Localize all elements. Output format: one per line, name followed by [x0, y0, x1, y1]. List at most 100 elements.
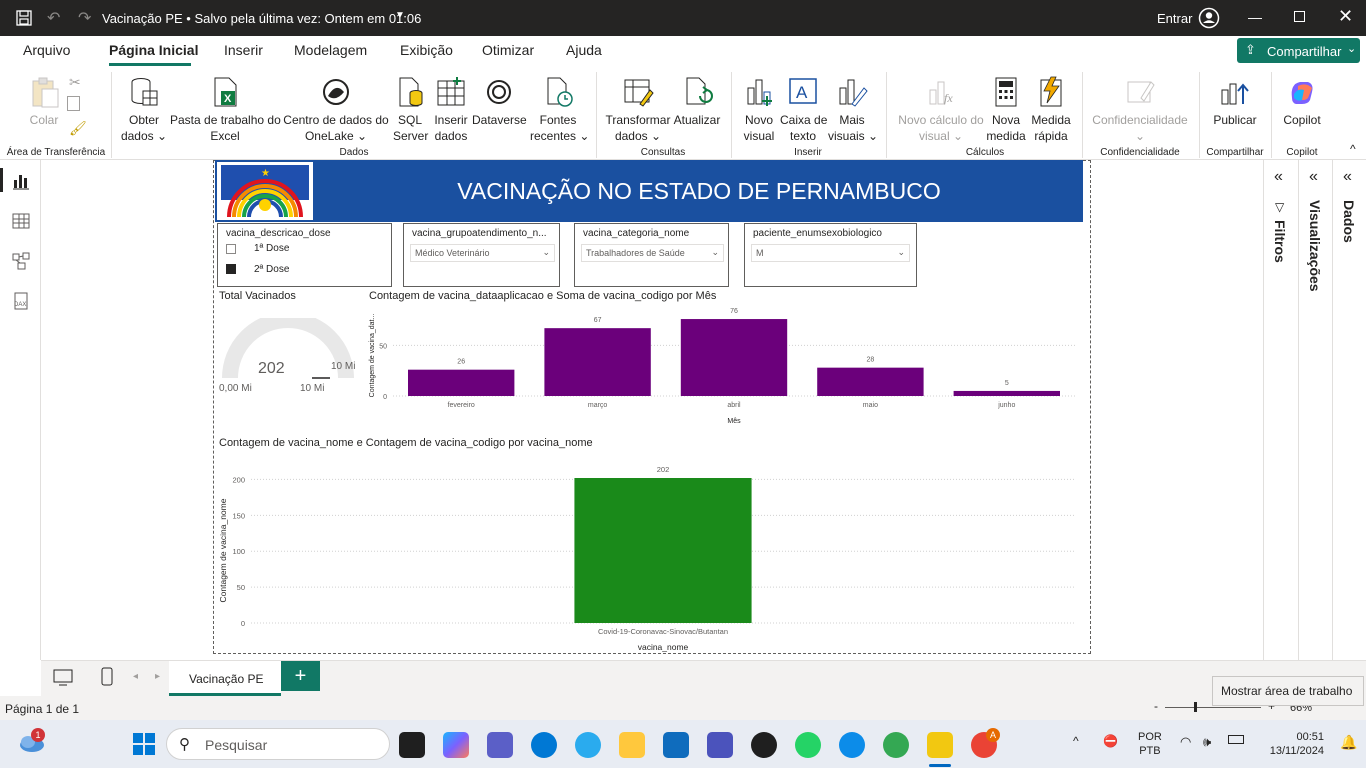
- store-icon[interactable]: [663, 732, 689, 758]
- menu-inserir[interactable]: Inserir: [224, 42, 263, 58]
- save-icon[interactable]: [16, 10, 32, 26]
- edge-icon[interactable]: [839, 732, 865, 758]
- account-icon[interactable]: [1198, 7, 1220, 29]
- bird-app-icon[interactable]: [531, 732, 557, 758]
- dose-2-checkbox[interactable]: [226, 264, 236, 274]
- categoria-dropdown[interactable]: Trabalhadores de Saúde ⌄: [581, 244, 724, 262]
- telegram-icon[interactable]: [575, 732, 601, 758]
- taskbar-search[interactable]: ⚲ Pesquisar: [166, 728, 390, 760]
- wifi-icon[interactable]: ◠: [1180, 734, 1191, 750]
- visualizations-pane[interactable]: « Visualizações: [1298, 160, 1332, 660]
- menu-arquivo[interactable]: Arquivo: [23, 42, 70, 58]
- cut-icon[interactable]: ✂: [69, 74, 81, 91]
- battery-icon[interactable]: [1228, 735, 1244, 744]
- zoom-slider[interactable]: [1165, 707, 1261, 708]
- dell-icon[interactable]: [751, 732, 777, 758]
- dose-1-label: 1ª Dose: [254, 243, 290, 254]
- clock[interactable]: 00:51 13/11/2024: [1258, 730, 1324, 758]
- enter-data-button[interactable]: Inserir dados: [432, 76, 470, 144]
- page-tab[interactable]: Vacinação PE: [169, 661, 281, 696]
- zoom-out-button[interactable]: -: [1154, 699, 1158, 713]
- menu-ajuda[interactable]: Ajuda: [566, 42, 602, 58]
- svg-text:X: X: [224, 93, 232, 105]
- menu-modelagem[interactable]: Modelagem: [294, 42, 367, 58]
- dataverse-button[interactable]: Dataverse: [472, 76, 527, 128]
- start-icon[interactable]: [132, 732, 156, 756]
- close-button[interactable]: ✕: [1338, 6, 1353, 27]
- signin-link[interactable]: Entrar: [1157, 11, 1192, 26]
- bar[interactable]: [408, 369, 515, 396]
- recent-sources-button[interactable]: Fontes recentes ⌄: [530, 76, 589, 144]
- bar[interactable]: [544, 328, 651, 396]
- sexo-dropdown[interactable]: M ⌄: [751, 244, 910, 262]
- security-tray-icon[interactable]: ⛔: [1103, 734, 1118, 748]
- dax-query-view-icon[interactable]: DAX: [12, 292, 30, 310]
- collapse-ribbon-icon[interactable]: ^: [1350, 142, 1356, 156]
- add-page-button[interactable]: +: [281, 661, 320, 691]
- share-button[interactable]: ⇪ Compartilhar ⌄: [1237, 38, 1360, 63]
- teams-work-icon[interactable]: [707, 732, 733, 758]
- copilot-button[interactable]: Copilot: [1280, 76, 1324, 128]
- menu-exibicao[interactable]: Exibição: [400, 42, 453, 58]
- new-visual-calculation-button[interactable]: fx Novo cálculo do visual ⌄: [896, 76, 986, 144]
- table-view-icon[interactable]: [12, 212, 30, 230]
- get-data-button[interactable]: Obter dados ⌄: [120, 76, 168, 144]
- chrome-profile-icon[interactable]: [883, 732, 909, 758]
- grupo-dropdown[interactable]: Médico Veterinário ⌄: [410, 244, 555, 262]
- copy-icon[interactable]: [67, 96, 80, 111]
- maximize-button[interactable]: [1294, 11, 1305, 22]
- paste-button[interactable]: Colar: [25, 76, 63, 128]
- prev-page-icon[interactable]: ◂: [133, 671, 138, 682]
- language-indicator[interactable]: POR PTB: [1138, 730, 1162, 758]
- more-visuals-button[interactable]: Mais visuais ⌄: [828, 76, 878, 144]
- mobile-layout-icon[interactable]: [101, 667, 113, 687]
- title-dropdown-icon[interactable]: ▼: [395, 10, 405, 21]
- quick-measure-button[interactable]: Medida rápida: [1028, 76, 1074, 144]
- slicer-dose[interactable]: vacina_descricao_dose 1ª Dose 2ª Dose: [217, 223, 392, 287]
- file-explorer-icon[interactable]: [619, 732, 645, 758]
- data-pane[interactable]: « Dados: [1332, 160, 1366, 660]
- dose-1-checkbox[interactable]: [226, 244, 236, 254]
- menu-pagina-inicial[interactable]: Página Inicial: [109, 42, 198, 58]
- bar[interactable]: [574, 478, 752, 623]
- filters-pane[interactable]: « ▽ Filtros: [1263, 160, 1297, 660]
- expand-data-icon[interactable]: «: [1343, 168, 1352, 186]
- task-view-icon[interactable]: [399, 732, 425, 758]
- notifications-icon[interactable]: 🔔: [1340, 734, 1357, 751]
- whatsapp-icon[interactable]: [795, 732, 821, 758]
- expand-visualizations-icon[interactable]: «: [1309, 168, 1318, 186]
- copilot-taskbar-icon[interactable]: [443, 732, 469, 758]
- transform-data-button[interactable]: Transformar dados ⌄: [605, 76, 671, 144]
- sensitivity-button[interactable]: Confidencialidade ⌄: [1090, 76, 1190, 144]
- onelake-hub-button[interactable]: Centro de dados do OneLake ⌄: [283, 76, 389, 144]
- next-page-icon[interactable]: ▸: [155, 671, 160, 682]
- slicer-categoria: vacina_categoria_nome Trabalhadores de S…: [574, 223, 729, 287]
- new-visual-button[interactable]: Novo visual: [740, 76, 778, 144]
- expand-filters-icon[interactable]: «: [1274, 168, 1283, 186]
- teams-icon[interactable]: [487, 732, 513, 758]
- bar[interactable]: [680, 319, 788, 396]
- model-view-icon[interactable]: [12, 252, 30, 270]
- tray-chevron-icon[interactable]: ^: [1073, 734, 1079, 748]
- report-view-icon[interactable]: [12, 172, 30, 190]
- chart1-month-bar-chart[interactable]: 0 50 26 fevereiro 67 março 76 abril 28 maio 5 junho…: [365, 305, 1085, 425]
- desktop-layout-icon[interactable]: [53, 669, 73, 687]
- menu-otimizar[interactable]: Otimizar: [482, 42, 534, 58]
- publish-button[interactable]: Publicar: [1208, 76, 1262, 128]
- power-bi-icon[interactable]: [927, 732, 953, 758]
- refresh-button[interactable]: Atualizar: [673, 76, 721, 128]
- volume-icon[interactable]: 🕪: [1203, 734, 1211, 750]
- zoom-slider-thumb[interactable]: [1194, 702, 1197, 712]
- new-measure-button[interactable]: Nova medida: [986, 76, 1026, 144]
- excel-workbook-button[interactable]: X Pasta de trabalho do Excel: [170, 76, 281, 144]
- redo-icon[interactable]: ↷: [78, 8, 91, 28]
- chart2-vaccine-bar-chart[interactable]: 0 50 100 150 200 202 Covid-19-Coronavac-Sinova…: [215, 455, 1085, 652]
- text-box-button[interactable]: A Caixa de texto: [780, 76, 827, 144]
- undo-icon[interactable]: ↶: [47, 8, 60, 28]
- sql-server-button[interactable]: SQL Server: [393, 76, 428, 144]
- format-painter-icon[interactable]: 🖌: [69, 120, 87, 137]
- minimize-button[interactable]: —: [1248, 9, 1262, 25]
- y-tick-label: 150: [232, 511, 245, 520]
- bar[interactable]: [817, 367, 924, 396]
- bar[interactable]: [953, 390, 1060, 396]
